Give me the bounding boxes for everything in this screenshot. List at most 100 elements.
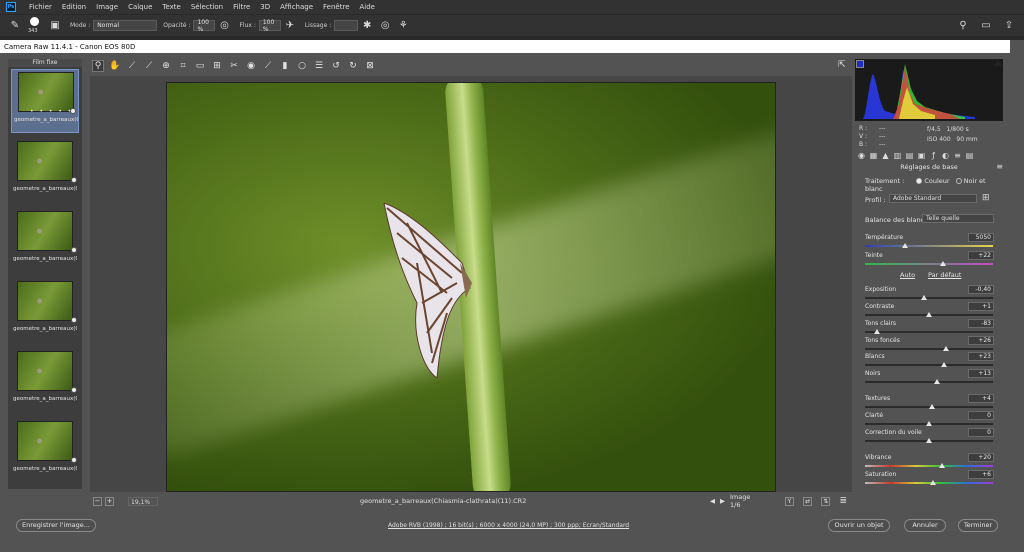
- slider-track[interactable]: [865, 463, 993, 468]
- color-sampler-icon[interactable]: ⟋: [143, 60, 155, 72]
- default-button[interactable]: Par défaut: [928, 271, 961, 279]
- zoom-in-button[interactable]: +: [105, 496, 114, 506]
- slider-track[interactable]: [865, 295, 993, 300]
- slider-thumb[interactable]: [901, 243, 908, 248]
- before-after-settings-icon[interactable]: ≣: [839, 496, 847, 506]
- slider-track[interactable]: [865, 480, 993, 485]
- shadow-clipping-icon[interactable]: [856, 60, 864, 68]
- tab-snapshots-icon[interactable]: ▤: [965, 151, 974, 160]
- before-after-button[interactable]: Y: [784, 496, 794, 506]
- treatment-color-radio[interactable]: Couleur: [916, 177, 950, 185]
- workflow-options-link[interactable]: Adobe RVB (1998) ; 16 bit(s) ; 6000 x 40…: [388, 522, 629, 529]
- adjustment-brush-icon[interactable]: ⟋: [262, 60, 274, 72]
- slider-value-field[interactable]: 0: [968, 428, 994, 437]
- zoom-tool-icon[interactable]: ⚲: [92, 60, 104, 72]
- rating-stars[interactable]: • • • • •: [30, 108, 73, 115]
- menu-image[interactable]: Image: [91, 3, 123, 11]
- filmstrip-thumbnail[interactable]: geometre_a_barreaux(Chi...: [11, 139, 79, 203]
- filmstrip-thumbnail[interactable]: geometre_a_barreaux(Chi...: [11, 209, 79, 273]
- straighten-tool-icon[interactable]: ▭: [194, 60, 206, 72]
- slider-thumb[interactable]: [938, 463, 945, 468]
- slider-value-field[interactable]: +26: [968, 336, 994, 345]
- rotate-right-icon[interactable]: ↻: [347, 60, 359, 72]
- slider-value-field[interactable]: 0: [968, 411, 994, 420]
- tab-basic-icon[interactable]: ◉: [857, 151, 866, 160]
- slider-thumb[interactable]: [873, 329, 880, 334]
- tab-calibration-icon[interactable]: ◐: [941, 151, 950, 160]
- slider-value-field[interactable]: 5050: [968, 233, 994, 242]
- menu-3d[interactable]: 3D: [255, 3, 275, 11]
- targeted-adjustment-icon[interactable]: ⊕: [160, 60, 172, 72]
- menu-texte[interactable]: Texte: [157, 3, 185, 11]
- transform-tool-icon[interactable]: ⊞: [211, 60, 223, 72]
- menu-affichage[interactable]: Affichage: [275, 3, 318, 11]
- swap-before-after-icon[interactable]: ⇄: [802, 496, 813, 506]
- filmstrip-header[interactable]: Film fixe: [8, 59, 82, 67]
- tab-lens-icon[interactable]: ▣: [917, 151, 926, 160]
- slider-value-field[interactable]: +22: [968, 251, 994, 260]
- filmstrip-thumbnail[interactable]: • • • • • geometre_a_barreaux(Chi...: [11, 69, 79, 133]
- slider-track[interactable]: [865, 312, 993, 317]
- menu-selection[interactable]: Sélection: [186, 3, 228, 11]
- highlight-clipping-icon[interactable]: [994, 60, 1002, 66]
- rotate-left-icon[interactable]: ↺: [330, 60, 342, 72]
- menu-fichier[interactable]: Fichier: [24, 3, 57, 11]
- workspace-icon[interactable]: ▭: [980, 19, 992, 31]
- brush-tool-icon[interactable]: ✎: [9, 20, 21, 32]
- slider-track[interactable]: [865, 438, 993, 443]
- preferences-icon[interactable]: ☰: [313, 60, 325, 72]
- menu-calque[interactable]: Calque: [123, 3, 157, 11]
- menu-fenetre[interactable]: Fenêtre: [318, 3, 354, 11]
- slider-value-field[interactable]: +1: [968, 302, 994, 311]
- opacity-field[interactable]: 100 %: [193, 19, 216, 33]
- slider-track[interactable]: [865, 362, 993, 367]
- slider-thumb[interactable]: [920, 295, 927, 300]
- slider-value-field[interactable]: +13: [968, 369, 994, 378]
- panel-menu-icon[interactable]: ≡: [996, 162, 1003, 171]
- symmetry-icon[interactable]: ⚘: [397, 20, 409, 32]
- profile-select[interactable]: Adobe Standard: [889, 194, 977, 203]
- done-button[interactable]: Terminer: [958, 519, 998, 532]
- open-object-button[interactable]: Ouvrir un objet: [828, 519, 890, 532]
- slider-thumb[interactable]: [926, 438, 932, 443]
- slider-value-field[interactable]: +23: [968, 352, 994, 361]
- slider-thumb[interactable]: [926, 421, 932, 426]
- slider-track[interactable]: [865, 346, 993, 351]
- filmstrip-thumbnail[interactable]: geometre_a_barreaux(Chi...: [11, 349, 79, 413]
- previous-image-icon[interactable]: ◀: [710, 497, 715, 505]
- white-balance-tool-icon[interactable]: ⟋: [126, 60, 138, 72]
- brush-preset-picker[interactable]: 343: [24, 16, 46, 36]
- smoothing-field[interactable]: [334, 20, 359, 31]
- next-image-icon[interactable]: ▶: [720, 497, 725, 505]
- pressure-opacity-icon[interactable]: ◎: [218, 20, 230, 32]
- spot-removal-icon[interactable]: ✂: [228, 60, 240, 72]
- slider-thumb[interactable]: [929, 480, 936, 485]
- slider-value-field[interactable]: +4: [968, 394, 994, 403]
- mode-select[interactable]: Normal: [93, 20, 158, 31]
- menu-edition[interactable]: Edition: [57, 3, 91, 11]
- cancel-button[interactable]: Annuler: [904, 519, 946, 532]
- slider-thumb[interactable]: [926, 312, 932, 317]
- menu-filtre[interactable]: Filtre: [228, 3, 255, 11]
- tab-hsl-icon[interactable]: ▥: [893, 151, 902, 160]
- tab-effects-icon[interactable]: ƒ: [929, 151, 938, 160]
- airbrush-icon[interactable]: ✈: [284, 20, 296, 32]
- slider-value-field[interactable]: +20: [968, 453, 994, 462]
- image-preview-area[interactable]: [90, 76, 852, 492]
- slider-thumb[interactable]: [941, 362, 948, 367]
- filmstrip-thumbnail[interactable]: geometre_a_barreaux(Chi...: [11, 419, 79, 483]
- trash-icon[interactable]: ⊠: [364, 60, 376, 72]
- pressure-size-icon[interactable]: ◎: [379, 20, 391, 32]
- slider-track[interactable]: [865, 421, 993, 426]
- slider-track[interactable]: [865, 243, 993, 248]
- tab-tone-curve-icon[interactable]: ▦: [869, 151, 878, 160]
- slider-thumb[interactable]: [933, 379, 940, 384]
- flow-field[interactable]: 100 %: [258, 19, 281, 33]
- slider-thumb[interactable]: [942, 346, 949, 351]
- white-balance-select[interactable]: Telle quelle: [922, 214, 994, 223]
- red-eye-icon[interactable]: ◉: [245, 60, 257, 72]
- filmstrip-thumbnail[interactable]: geometre_a_barreaux(Chi...: [11, 279, 79, 343]
- copy-settings-icon[interactable]: ⇅: [821, 496, 831, 506]
- zoom-out-button[interactable]: −: [93, 496, 102, 506]
- hand-tool-icon[interactable]: ✋: [109, 60, 121, 72]
